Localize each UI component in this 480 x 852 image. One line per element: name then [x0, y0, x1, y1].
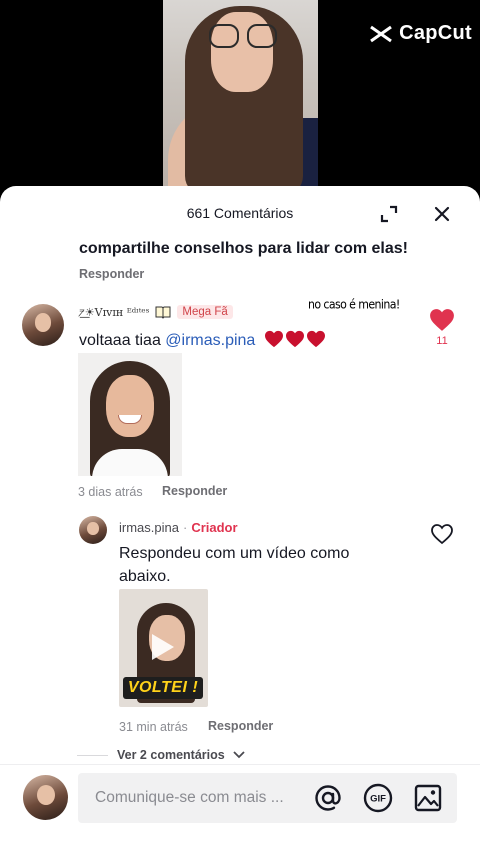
composer-divider [0, 764, 480, 765]
video-subject-glasses [209, 24, 277, 48]
chevron-down-icon [233, 751, 245, 759]
like-count: 11 [436, 335, 448, 347]
hearts-emoji-group [264, 330, 326, 348]
red-heart-emoji-icon [306, 330, 325, 348]
overlay-note-text: no caso é menina! [308, 297, 400, 312]
comment-reply-button[interactable]: Responder [162, 484, 227, 498]
comment-timestamp: 3 dias atrás [78, 485, 143, 499]
reply-username[interactable]: irmas.pina [119, 520, 179, 535]
reply-author-row: irmas.pina · Criador [119, 520, 238, 535]
at-icon[interactable] [312, 782, 344, 814]
red-heart-emoji-icon [285, 330, 304, 348]
heart-outline-icon[interactable] [430, 523, 454, 545]
heart-filled-icon[interactable] [429, 308, 455, 332]
previous-comment-reply-button[interactable]: Responder [79, 267, 144, 281]
comment-text: voltaaa tiaa @irmas.pina [79, 330, 326, 350]
photo-subject-face [106, 375, 154, 437]
fan-badge-icon [155, 306, 171, 319]
creator-badge: Criador [191, 520, 238, 535]
play-icon [152, 634, 174, 660]
thumbnail-caption: VOLTEI ! [123, 677, 203, 699]
comment-text-body: voltaaa tiaa [79, 332, 166, 349]
mention-link[interactable]: @irmas.pina [165, 332, 255, 349]
comments-sheet: 661 Comentários compartilhe conselhos pa… [0, 186, 480, 852]
reply-video-thumbnail[interactable]: VOLTEI ! [119, 589, 208, 707]
image-icon[interactable] [412, 782, 444, 814]
creator-avatar[interactable] [79, 516, 107, 544]
capcut-logo-icon [370, 25, 392, 42]
comments-header: 661 Comentários [0, 186, 480, 242]
capcut-watermark: CapCut [369, 22, 472, 45]
avatar[interactable] [22, 304, 64, 346]
view-more-replies-label: Ver 2 comentários [117, 748, 225, 762]
reply-reply-button[interactable]: Responder [208, 719, 273, 733]
expand-icon[interactable] [379, 204, 399, 224]
comments-count-title: 661 Comentários [186, 205, 294, 221]
gif-label: GIF [370, 794, 386, 805]
close-icon[interactable] [431, 203, 453, 225]
separator-dot: · [182, 520, 188, 535]
gif-icon[interactable]: GIF [362, 782, 394, 814]
reply-text: Respondeu com um vídeo como abaixo. [119, 545, 350, 585]
comment-attached-photo[interactable] [78, 353, 182, 476]
previous-comment-text: compartilhe conselhos para lidar com ela… [79, 240, 408, 257]
red-heart-emoji-icon [264, 330, 283, 348]
comment-author-row: ⁼̷͟☀Vɪᴠɪʜ ᴱᵈᶦᵗᵉˢ Mega Fã [79, 305, 233, 319]
video-preview[interactable] [163, 0, 318, 200]
comment-username[interactable]: ⁼̷͟☀Vɪᴠɪʜ ᴱᵈᶦᵗᵉˢ [79, 306, 149, 319]
reply-timestamp: 31 min atrás [119, 720, 188, 734]
comment-input[interactable] [78, 773, 457, 823]
view-more-replies-button[interactable]: Ver 2 comentários [117, 748, 246, 762]
my-avatar [23, 775, 68, 820]
mega-fan-badge: Mega Fã [177, 305, 233, 319]
capcut-brand-text: CapCut [399, 22, 472, 44]
thread-line [77, 755, 108, 756]
